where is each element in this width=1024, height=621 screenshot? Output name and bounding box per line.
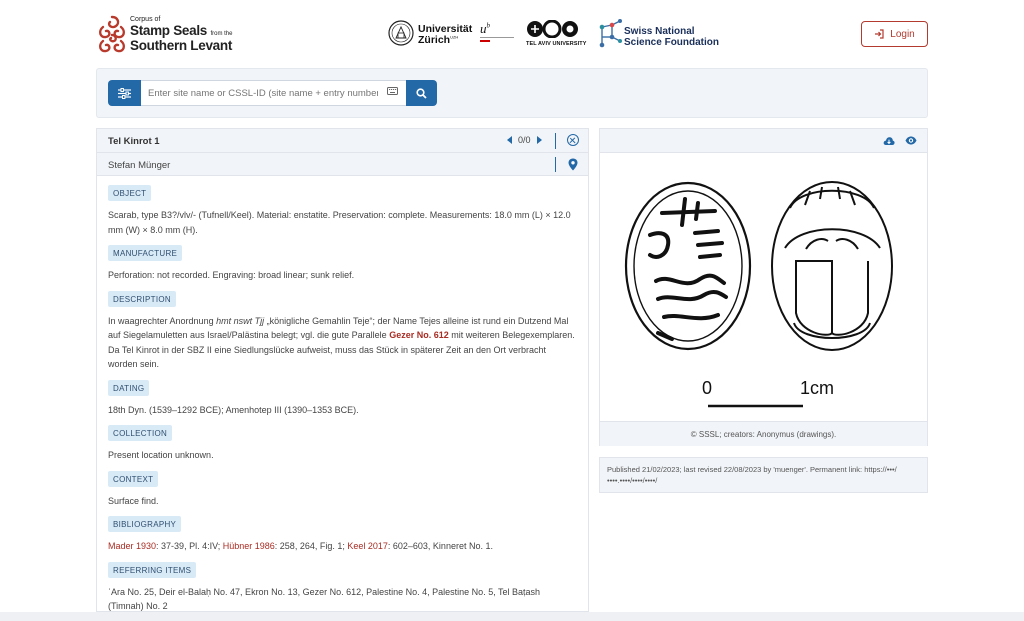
subheader-divider [555,157,556,172]
search-icon [416,87,427,99]
scale-one-cm: 1cm [800,378,834,398]
record-author: Stefan Münger [108,160,171,171]
record-subheader: Stefan Münger [97,153,588,176]
unibern-rule [480,37,514,38]
search-bar [96,68,928,118]
sliders-icon [118,87,131,99]
uzh-name: Universität ZürichUZH [418,23,473,47]
eye-icon[interactable] [905,136,917,145]
close-icon[interactable] [567,134,579,146]
login-label: Login [890,28,915,40]
image-panel: 0 1cm © SSSL; creators: Anonymus (drawin… [599,128,928,446]
tau-logo[interactable]: TEL AVIV UNIVERSITY [526,20,588,47]
brand-logo[interactable]: Corpus of Stamp Seals from the Southern … [96,13,246,55]
section-text: Perforation: not recorded. Engraving: br… [108,270,355,280]
seal-drawing-image: 0 1cm [624,181,893,408]
filter-button[interactable] [108,80,141,106]
search-input[interactable] [141,80,406,106]
unibern-u: ub [480,21,490,36]
image-caption: © SSSL; creators: Anonymus (drawings). [600,421,927,446]
map-pin-icon[interactable] [568,158,578,171]
bib-link-mader[interactable]: Mader 1930 [108,541,156,551]
section-label: MANUFACTURE [108,245,183,261]
login-icon [875,29,884,39]
seal-back-drawing [771,181,893,351]
pager-count: 0/0 [518,135,531,145]
brand-line2: Stamp Seals from the [130,23,233,38]
section-object: OBJECT Scarab, type B3?/vlv/- (Tufnell/K… [108,185,578,237]
section-text: ʿAra No. 25, Deir el-Balaḥ No. 47, Ekron… [108,586,541,612]
section-manufacture: MANUFACTURE Perforation: not recorded. E… [108,245,578,283]
search-button[interactable] [406,80,437,106]
unibern-logo[interactable]: ub [480,21,516,47]
uzh-seal-icon [388,20,414,46]
seal-base-drawing [624,181,752,351]
record-body: OBJECT Scarab, type B3?/vlv/- (Tufnell/K… [108,185,578,612]
publication-info: Published 21/02/2023; last revised 22/08… [599,457,928,493]
cloud-download-icon[interactable] [883,136,895,146]
page: Corpus of Stamp Seals from the Southern … [0,0,1024,621]
section-context: CONTEXT Surface find. [108,470,578,509]
bottom-edge [0,612,1024,621]
snsf-network-icon [599,19,622,48]
bib-link-keel[interactable]: Keel 2017 [347,541,388,551]
brand-line1: Corpus of [130,16,161,23]
seal-hieroglyphs [648,197,728,341]
snsf-name: Swiss National Science Foundation [624,26,720,48]
gezer-link[interactable]: Gezer No. 612 [389,330,449,340]
section-bibliography: BIBLIOGRAPHY Mader 1930: 37-39, Pl. 4:IV… [108,516,578,554]
keyboard-icon[interactable] [387,87,398,95]
image-panel-header [600,129,927,153]
unibern-accent [480,40,490,42]
section-dating: DATING 18th Dyn. (1539–1292 BCE); Amenho… [108,379,578,418]
login-button[interactable]: Login [861,21,928,47]
record-panel: Tel Kinrot 1 0/0 Stefan Münger OBJECT Sc… [96,128,589,612]
section-description: DESCRIPTION In waagrechter Anordnung hmt… [108,290,578,372]
seal-drawing[interactable]: 0 1cm [600,153,927,419]
bib-link-huebner[interactable]: Hübner 1986 [223,541,275,551]
header: Corpus of Stamp Seals from the Southern … [0,0,1024,66]
next-arrow-icon[interactable] [536,136,542,144]
section-text: In waagrechter Anordnung hmt nswt Tjj „k… [108,315,575,370]
section-label: COLLECTION [108,425,173,441]
section-text: Mader 1930: 37-39, Pl. 4:IV; Hübner 1986… [108,541,493,551]
section-text: Present location unknown. [108,450,214,460]
section-label: REFERRING ITEMS [108,561,197,578]
scale-zero: 0 [702,378,712,398]
record-header: Tel Kinrot 1 0/0 [97,129,588,153]
section-label: DESCRIPTION [108,290,176,307]
tau-mark-icon [527,20,578,38]
brand-line3: Southern Levant [130,37,233,53]
section-label: BIBLIOGRAPHY [108,516,182,532]
section-referring-items: REFERRING ITEMS ʿAra No. 25, Deir el-Bal… [108,561,578,612]
section-collection: COLLECTION Present location unknown. [108,425,578,463]
record-pager: 0/0 [507,135,542,145]
spiral-logo-icon [98,15,126,53]
prev-arrow-icon[interactable] [507,136,512,144]
snsf-logo[interactable]: Swiss National Science Foundation [598,17,719,53]
section-label: CONTEXT [108,470,159,487]
section-label: OBJECT [108,185,152,201]
section-text: 18th Dyn. (1539–1292 BCE); Amenhotep III… [108,404,359,415]
tau-name: TEL AVIV UNIVERSITY [526,41,587,47]
section-label: DATING [108,379,150,396]
section-text: Scarab, type B3?/vlv/- (Tufnell/Keel). M… [108,210,571,235]
record-title: Tel Kinrot 1 [108,136,160,147]
brand-name: Corpus of Stamp Seals from the Southern … [130,16,232,52]
section-text: Surface find. [108,495,159,506]
header-divider [555,133,556,149]
